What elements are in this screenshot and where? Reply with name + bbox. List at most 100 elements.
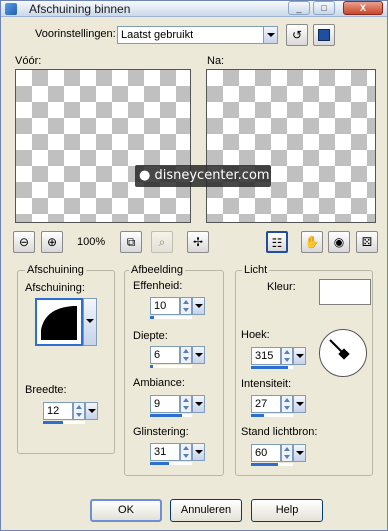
depth-value[interactable]: 6 bbox=[150, 346, 180, 364]
magnifier-icon: ⌕ bbox=[158, 235, 166, 249]
chevron-down-icon[interactable] bbox=[85, 402, 98, 420]
image-group-title: Afbeelding bbox=[129, 264, 185, 276]
chevron-down-icon[interactable] bbox=[293, 444, 306, 462]
chevron-down-icon[interactable] bbox=[192, 346, 205, 364]
smoothness-stepper[interactable]: 10 bbox=[150, 297, 206, 319]
angle-stepper[interactable]: 315 bbox=[251, 347, 307, 369]
reset-arrow-icon: ↺ bbox=[291, 28, 303, 42]
intensity-stepper[interactable]: 27 bbox=[251, 395, 307, 417]
help-button[interactable]: Help bbox=[251, 499, 323, 522]
fit-view-icon: ⧉ bbox=[126, 235, 136, 249]
slider-fill bbox=[150, 462, 169, 465]
bevel-profile-icon bbox=[41, 306, 77, 340]
light-color-swatch[interactable] bbox=[319, 279, 371, 305]
bevel-shape-label: Afschuining: bbox=[25, 282, 85, 294]
before-label: Vóór: bbox=[15, 55, 42, 67]
proof-button[interactable]: ⌕ bbox=[151, 231, 173, 253]
save-preset-button[interactable] bbox=[313, 24, 335, 46]
spin-arrows-icon[interactable] bbox=[180, 297, 192, 315]
zoom-out-button[interactable]: ⊖ bbox=[13, 231, 35, 253]
chevron-down-icon[interactable] bbox=[263, 27, 277, 43]
floppy-disk-icon bbox=[318, 29, 330, 41]
chevron-down-icon bbox=[86, 319, 94, 323]
slider-fill bbox=[251, 463, 278, 466]
presets-value: Laatst gebruikt bbox=[121, 29, 194, 41]
elevation-value[interactable]: 60 bbox=[251, 444, 281, 462]
bevel-group-title: Afschuining bbox=[25, 264, 86, 276]
zoom-out-icon: ⊖ bbox=[18, 235, 30, 249]
intensity-value[interactable]: 27 bbox=[251, 395, 281, 413]
chevron-down-icon[interactable] bbox=[293, 395, 306, 413]
chevron-down-icon[interactable] bbox=[192, 395, 205, 413]
pan-button[interactable]: ✢ bbox=[187, 231, 209, 253]
angle-needle-icon bbox=[329, 339, 350, 360]
spin-arrows-icon[interactable] bbox=[73, 402, 85, 420]
chevron-down-icon[interactable] bbox=[293, 347, 306, 365]
bevel-width-value[interactable]: 12 bbox=[43, 402, 73, 420]
slider-track[interactable] bbox=[150, 316, 192, 319]
maximize-button[interactable]: □ bbox=[313, 1, 335, 15]
spin-arrows-icon[interactable] bbox=[180, 395, 192, 413]
elevation-label: Stand lichtbron: bbox=[241, 426, 318, 438]
slider-fill bbox=[251, 366, 288, 369]
light-color-label: Kleur: bbox=[267, 281, 296, 293]
close-button[interactable]: X bbox=[343, 1, 383, 15]
zoom-in-button[interactable]: ⊕ bbox=[41, 231, 63, 253]
zoom-level: 100% bbox=[77, 236, 106, 248]
bevel-shape-dropdown[interactable] bbox=[83, 298, 97, 346]
spin-arrows-icon[interactable] bbox=[180, 443, 192, 461]
bevel-width-label: Breedte: bbox=[25, 384, 67, 396]
bevel-width-stepper[interactable]: 12 bbox=[43, 402, 99, 424]
randomize-button[interactable]: ✋ bbox=[301, 231, 323, 253]
elevation-stepper[interactable]: 60 bbox=[251, 444, 307, 466]
slider-fill bbox=[150, 365, 153, 368]
light-group-title: Licht bbox=[242, 264, 270, 276]
angle-value[interactable]: 315 bbox=[251, 347, 281, 365]
ambience-label: Ambiance: bbox=[133, 377, 185, 389]
angle-dial[interactable] bbox=[319, 329, 367, 377]
title-bar: Afschuining binnen _ □ X bbox=[1, 1, 387, 17]
ambience-stepper[interactable]: 9 bbox=[150, 395, 206, 417]
depth-label: Diepte: bbox=[133, 330, 168, 342]
shininess-stepper[interactable]: 31 bbox=[150, 443, 206, 465]
presets-label: Voorinstellingen: bbox=[35, 28, 116, 40]
depth-stepper[interactable]: 6 bbox=[150, 346, 206, 368]
slider-track[interactable] bbox=[150, 365, 192, 368]
ok-button[interactable]: OK bbox=[90, 499, 162, 522]
eye-button[interactable]: ◉ bbox=[328, 231, 350, 253]
after-label: Na: bbox=[207, 55, 225, 67]
move-icon: ✢ bbox=[192, 235, 204, 249]
shininess-value[interactable]: 31 bbox=[150, 443, 180, 461]
dice-button[interactable]: ⚄ bbox=[356, 231, 378, 253]
angle-label: Hoek: bbox=[241, 329, 270, 341]
slider-fill bbox=[43, 421, 63, 424]
chevron-down-icon[interactable] bbox=[192, 443, 205, 461]
dice-icon: ⚄ bbox=[361, 235, 373, 249]
preview-toggle-button[interactable]: ☷ bbox=[266, 231, 288, 253]
zoom-in-icon: ⊕ bbox=[46, 235, 58, 249]
slider-fill bbox=[251, 414, 264, 417]
ambience-value[interactable]: 9 bbox=[150, 395, 180, 413]
shininess-label: Glinstering: bbox=[133, 426, 189, 438]
eye-icon: ◉ bbox=[333, 235, 345, 249]
preview-panel-icon: ☷ bbox=[271, 236, 283, 250]
spin-arrows-icon[interactable] bbox=[281, 347, 293, 365]
minimize-button[interactable]: _ bbox=[288, 1, 310, 15]
slider-fill bbox=[150, 316, 154, 319]
reset-button[interactable]: ↺ bbox=[286, 24, 308, 46]
app-icon bbox=[5, 3, 17, 15]
chevron-down-icon[interactable] bbox=[192, 297, 205, 315]
bevel-shape-swatch[interactable] bbox=[35, 298, 83, 346]
after-preview bbox=[206, 69, 376, 223]
spin-arrows-icon[interactable] bbox=[180, 346, 192, 364]
fit-view-button[interactable]: ⧉ bbox=[120, 231, 142, 253]
slider-fill bbox=[150, 414, 182, 417]
intensity-label: Intensiteit: bbox=[241, 378, 292, 390]
smoothness-label: Effenheid: bbox=[133, 280, 183, 292]
cancel-button[interactable]: Annuleren bbox=[170, 499, 242, 522]
before-preview[interactable] bbox=[15, 69, 191, 223]
smoothness-value[interactable]: 10 bbox=[150, 297, 180, 315]
spin-arrows-icon[interactable] bbox=[281, 444, 293, 462]
presets-select[interactable]: Laatst gebruikt bbox=[117, 26, 278, 44]
spin-arrows-icon[interactable] bbox=[281, 395, 293, 413]
